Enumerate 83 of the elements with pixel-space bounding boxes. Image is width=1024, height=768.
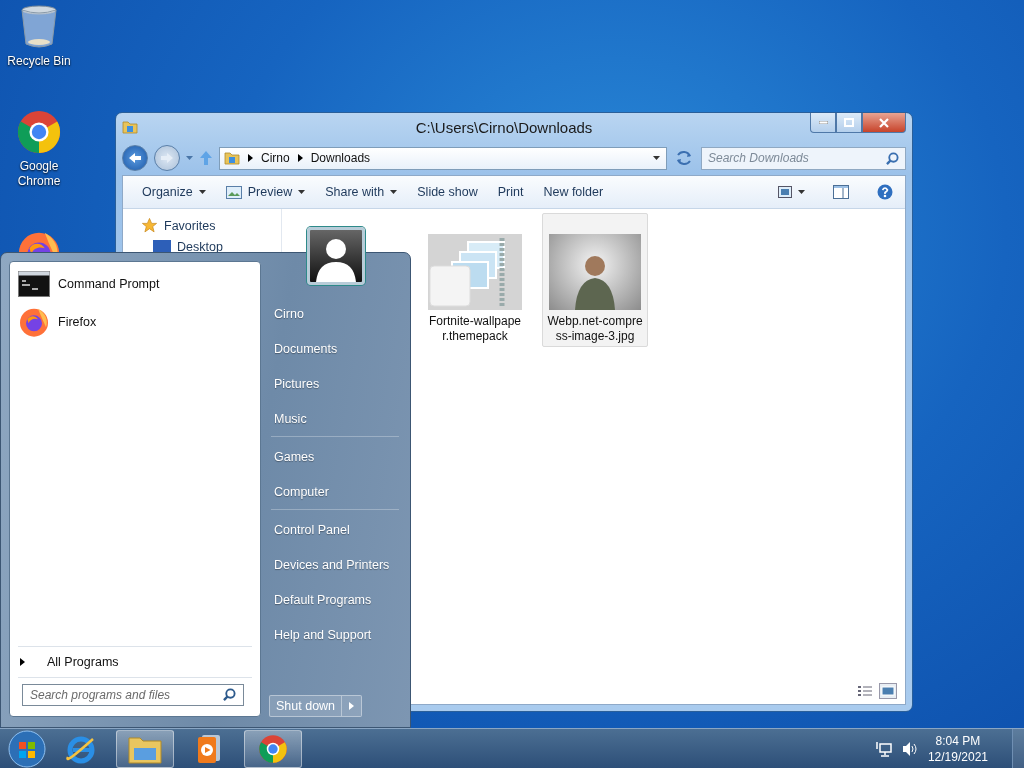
minimize-button[interactable] bbox=[810, 113, 836, 133]
caret-icon bbox=[298, 190, 306, 194]
themepack-file-icon bbox=[428, 234, 522, 310]
preview-pane-icon[interactable] bbox=[833, 185, 849, 199]
chrome-icon bbox=[16, 109, 62, 155]
caret-icon bbox=[248, 154, 253, 162]
taskbar-button[interactable] bbox=[244, 729, 302, 768]
search-icon bbox=[223, 688, 236, 701]
program-label: Firefox bbox=[58, 315, 97, 329]
toolbar-button[interactable]: Slide show bbox=[410, 181, 485, 203]
monitor-icon bbox=[153, 240, 171, 254]
chrome-icon bbox=[258, 733, 288, 764]
program-item[interactable]: Firefox bbox=[14, 306, 256, 338]
breadcrumb[interactable]: Cirno bbox=[261, 151, 290, 165]
file-item[interactable]: Webp.net-compress-image-3.jpg bbox=[542, 213, 648, 347]
caret-icon bbox=[20, 658, 25, 666]
trash-bin-icon bbox=[19, 4, 59, 50]
caret-icon bbox=[798, 190, 805, 194]
program-label: Command Prompt bbox=[58, 277, 160, 291]
caret-icon bbox=[390, 190, 398, 194]
maximize-button[interactable] bbox=[836, 113, 862, 133]
picture-icon bbox=[225, 185, 242, 199]
nav-item[interactable]: Desktop bbox=[153, 240, 281, 254]
all-programs-item[interactable]: All Programs bbox=[10, 647, 260, 677]
taskbar-button[interactable] bbox=[116, 729, 174, 768]
file-item[interactable]: Fortnite-wallpaper.themepack bbox=[422, 213, 528, 347]
terminal-icon bbox=[18, 271, 50, 297]
search-field[interactable]: Search programs and files bbox=[22, 684, 244, 706]
firefox-icon bbox=[18, 306, 50, 338]
toolbar-button[interactable]: Print bbox=[490, 181, 531, 203]
program-item[interactable]: Command Prompt bbox=[14, 268, 256, 300]
caret-icon bbox=[198, 190, 206, 194]
file-name: Webp.net-compress-image-3.jpg bbox=[547, 314, 643, 344]
file-name: Fortnite-wallpaper.themepack bbox=[427, 314, 522, 344]
shut-down-options-button[interactable] bbox=[342, 695, 363, 717]
toolbar-button[interactable]: Organize bbox=[135, 181, 213, 203]
start-menu-link[interactable]: Pictures bbox=[269, 366, 402, 401]
nav-item[interactable]: Favorites bbox=[141, 217, 281, 234]
user-silhouette-icon bbox=[316, 236, 356, 282]
toolbar-button[interactable]: New folder bbox=[536, 181, 611, 203]
speaker-icon[interactable] bbox=[901, 740, 918, 757]
close-button[interactable] bbox=[862, 113, 906, 133]
close-icon bbox=[879, 117, 889, 128]
start-menu-link[interactable]: Documents bbox=[269, 331, 402, 366]
user-avatar[interactable] bbox=[307, 227, 365, 285]
help-icon[interactable] bbox=[877, 184, 893, 200]
star-icon bbox=[141, 217, 158, 234]
nav-item-label: Desktop bbox=[177, 240, 223, 254]
caret-icon bbox=[349, 702, 355, 710]
caret-icon bbox=[653, 156, 660, 160]
network-icon[interactable] bbox=[875, 740, 892, 757]
forward-button[interactable] bbox=[154, 145, 180, 171]
clock-date: 12/19/2021 bbox=[927, 748, 988, 765]
forward-arrow-icon bbox=[160, 152, 174, 164]
start-orb-icon[interactable] bbox=[8, 729, 46, 768]
address-bar[interactable]: Cirno Downloads bbox=[219, 146, 667, 170]
toolbar-button[interactable]: Share with bbox=[318, 181, 405, 203]
media-player-icon bbox=[196, 733, 222, 764]
desktop-icon-label[interactable]: Recycle Bin bbox=[4, 54, 74, 69]
details-view-icon[interactable] bbox=[857, 685, 873, 697]
toolbar-button[interactable]: Preview bbox=[218, 181, 313, 203]
all-programs-label: All Programs bbox=[47, 655, 119, 669]
maximize-icon bbox=[844, 118, 854, 127]
start-menu-link[interactable]: Music bbox=[269, 401, 402, 436]
large-icons-view-icon[interactable] bbox=[879, 683, 897, 699]
caret-icon bbox=[186, 156, 193, 160]
view-icon[interactable] bbox=[778, 186, 792, 198]
caret-icon bbox=[297, 154, 303, 162]
search-field[interactable]: Search Downloads bbox=[701, 146, 906, 170]
back-arrow-icon bbox=[128, 152, 142, 164]
start-menu-link[interactable]: Cirno bbox=[269, 296, 402, 331]
breadcrumb[interactable]: Downloads bbox=[310, 151, 371, 165]
window-title: C:\Users\Cirno\Downloads bbox=[414, 118, 594, 136]
desktop-icon-label[interactable]: Google Chrome bbox=[4, 159, 74, 189]
show-desktop-button[interactable] bbox=[1012, 728, 1024, 768]
folder-icon bbox=[224, 150, 240, 166]
clock-time: 8:04 PM bbox=[935, 732, 981, 749]
minimize-icon bbox=[818, 121, 828, 124]
clock[interactable]: 8:04 PM 12/19/2021 bbox=[927, 732, 988, 765]
search-icon bbox=[886, 151, 899, 165]
back-button[interactable] bbox=[122, 145, 148, 171]
nav-item-label: Favorites bbox=[164, 218, 216, 233]
folder-icon bbox=[122, 119, 138, 135]
